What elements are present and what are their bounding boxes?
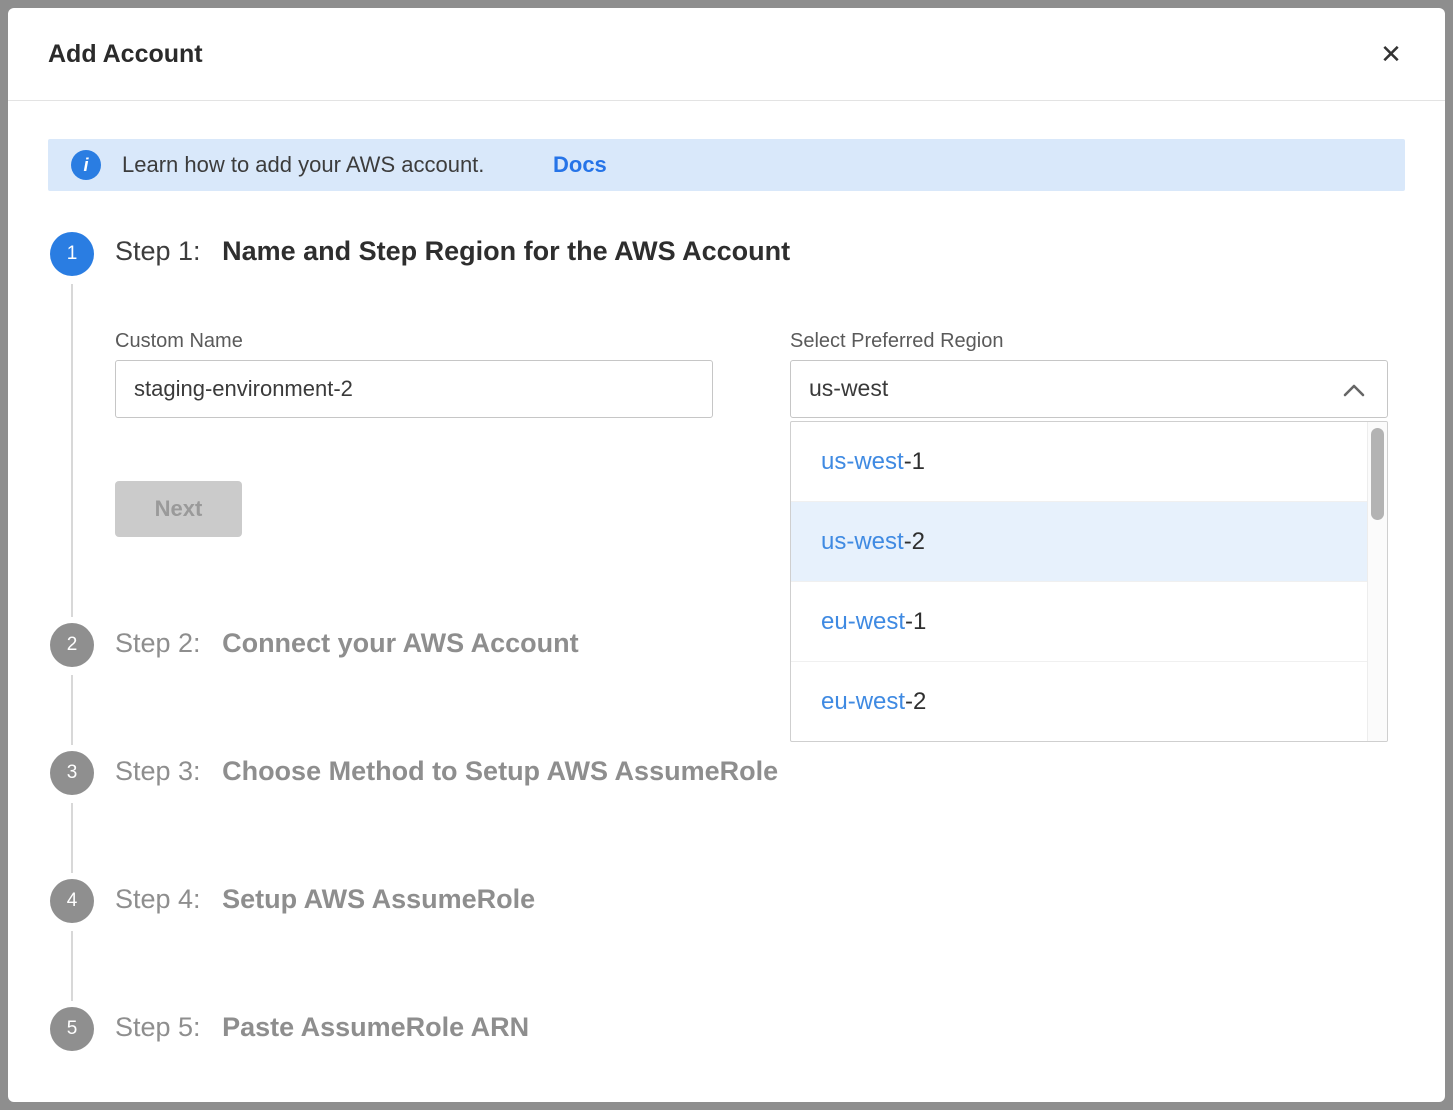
dropdown-scrollbar-thumb[interactable] <box>1371 428 1384 520</box>
option-rest-text: -1 <box>905 608 926 635</box>
dropdown-scrollbar-track <box>1367 422 1387 741</box>
step-3-title: Choose Method to Setup AWS AssumeRole <box>222 756 778 786</box>
info-banner: i Learn how to add your AWS account. Doc… <box>48 139 1405 191</box>
region-select-value: us-west <box>809 375 888 402</box>
step-5-prefix: Step 5: <box>115 1012 201 1042</box>
custom-name-input[interactable] <box>115 360 713 418</box>
step-1-circle: 1 <box>50 232 94 276</box>
region-dropdown: us-west-1 us-west-2 eu-west-1 eu-west-2 <box>790 421 1388 742</box>
region-option-eu-west-1[interactable]: eu-west-1 <box>791 582 1369 662</box>
option-match-text: eu-west <box>821 688 905 715</box>
region-select[interactable]: us-west <box>790 360 1388 418</box>
step-2-prefix: Step 2: <box>115 628 201 658</box>
step-2-circle: 2 <box>50 623 94 667</box>
step-4-circle: 4 <box>50 879 94 923</box>
step-5-title: Paste AssumeRole ARN <box>222 1012 529 1042</box>
step-connector <box>71 803 73 873</box>
option-rest-text: -1 <box>904 448 925 475</box>
modal-title: Add Account <box>48 40 203 69</box>
step-4-title: Setup AWS AssumeRole <box>222 884 535 914</box>
option-match-text: us-west <box>821 448 904 475</box>
add-account-modal: Add Account ✕ i Learn how to add your AW… <box>8 8 1445 1102</box>
step-2-title: Connect your AWS Account <box>222 628 579 658</box>
step-1-prefix: Step 1: <box>115 236 201 266</box>
step-2-heading: Step 2: Connect your AWS Account <box>115 628 579 659</box>
option-match-text: eu-west <box>821 608 905 635</box>
banner-text: Learn how to add your AWS account. <box>122 152 484 178</box>
region-label: Select Preferred Region <box>790 330 1003 353</box>
region-option-us-west-1[interactable]: us-west-1 <box>791 422 1369 502</box>
custom-name-label: Custom Name <box>115 330 243 353</box>
step-4-heading: Step 4: Setup AWS AssumeRole <box>115 884 535 915</box>
docs-link[interactable]: Docs <box>553 152 607 178</box>
step-5-circle: 5 <box>50 1007 94 1051</box>
close-icon[interactable]: ✕ <box>1373 36 1409 72</box>
chevron-up-icon <box>1343 384 1365 402</box>
step-connector <box>71 931 73 1001</box>
info-icon: i <box>71 150 101 180</box>
step-3-prefix: Step 3: <box>115 756 201 786</box>
step-3-heading: Step 3: Choose Method to Setup AWS Assum… <box>115 756 778 787</box>
next-button[interactable]: Next <box>115 481 242 537</box>
step-1-title: Name and Step Region for the AWS Account <box>222 236 790 266</box>
modal-header: Add Account ✕ <box>8 8 1445 101</box>
step-1-heading: Step 1: Name and Step Region for the AWS… <box>115 236 790 267</box>
step-5-heading: Step 5: Paste AssumeRole ARN <box>115 1012 529 1043</box>
option-rest-text: -2 <box>905 688 926 715</box>
step-3-circle: 3 <box>50 751 94 795</box>
option-rest-text: -2 <box>904 528 925 555</box>
option-match-text: us-west <box>821 528 904 555</box>
step-connector <box>71 675 73 745</box>
step-connector <box>71 284 73 617</box>
region-option-us-west-2[interactable]: us-west-2 <box>791 502 1369 582</box>
step-4-prefix: Step 4: <box>115 884 201 914</box>
region-option-eu-west-2[interactable]: eu-west-2 <box>791 662 1369 742</box>
